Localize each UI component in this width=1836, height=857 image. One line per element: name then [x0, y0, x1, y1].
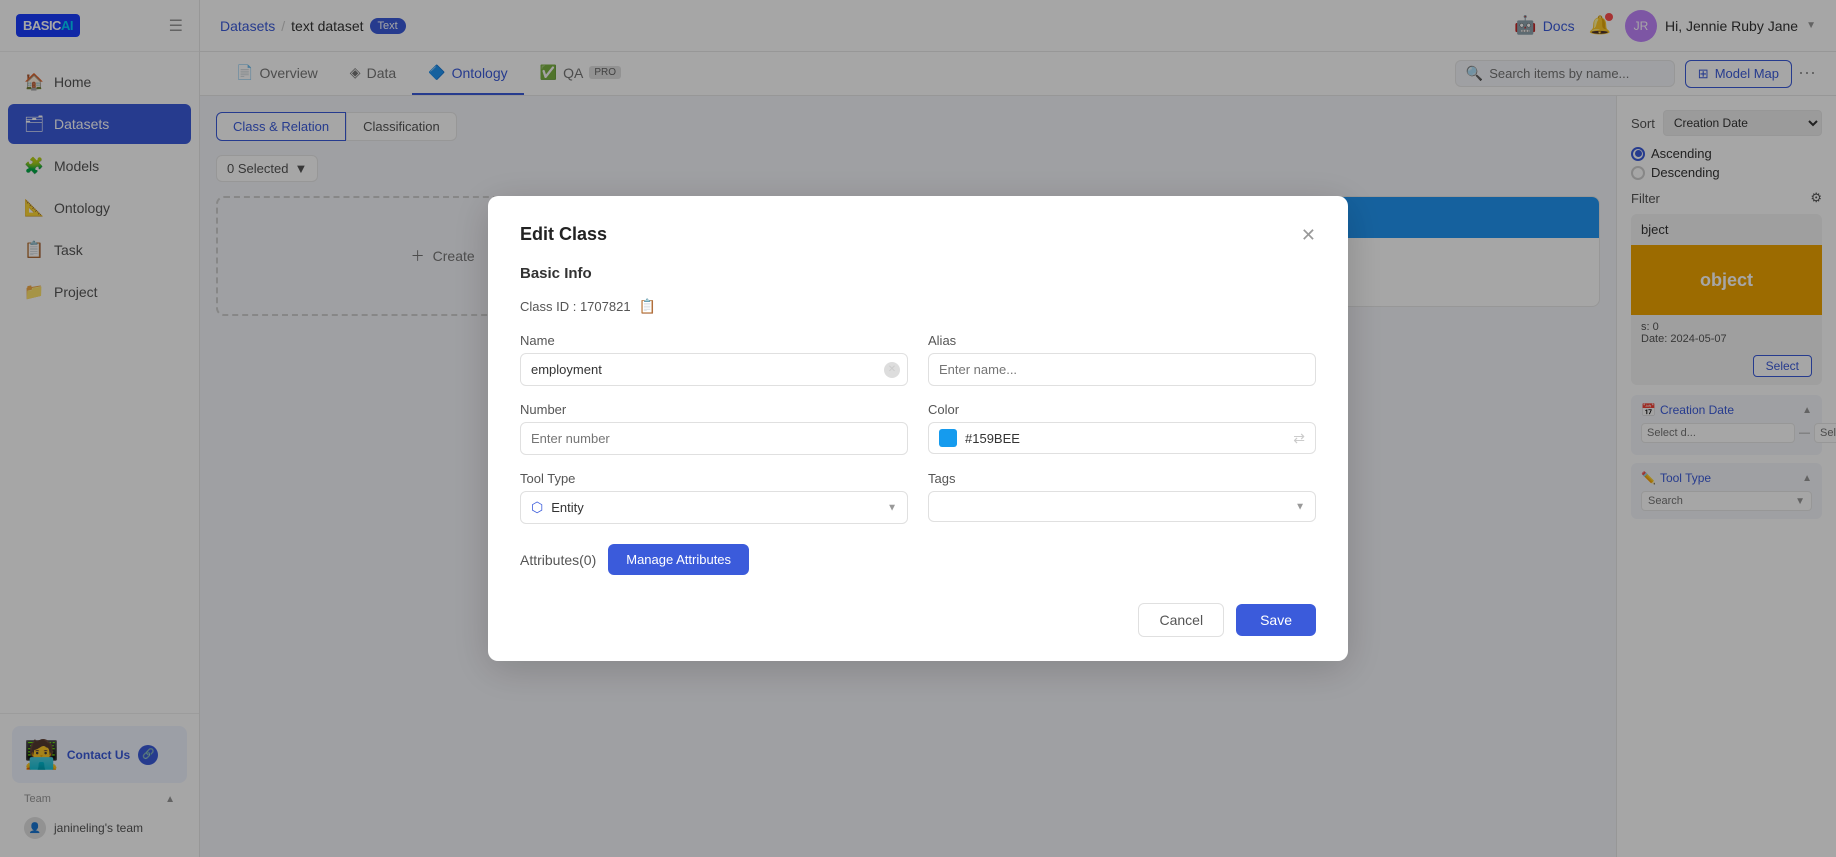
number-label: Number [520, 402, 908, 417]
name-input[interactable] [520, 353, 908, 386]
tags-group: Tags ▼ [928, 471, 1316, 524]
modal-section-title: Basic Info [520, 265, 1316, 282]
name-clear-icon[interactable]: ✕ [884, 362, 900, 378]
attributes-label: Attributes(0) [520, 552, 596, 568]
alias-group: Alias [928, 333, 1316, 386]
manage-attributes-button[interactable]: Manage Attributes [608, 544, 749, 575]
name-label: Name [520, 333, 908, 348]
color-input[interactable] [965, 431, 1285, 446]
color-swatch[interactable] [939, 429, 957, 447]
form-grid: Name ✕ Alias Number Color [520, 333, 1316, 524]
alias-input[interactable] [928, 353, 1316, 386]
tags-select-wrapper: ▼ [928, 491, 1316, 522]
alias-label: Alias [928, 333, 1316, 348]
tool-type-select[interactable]: Entity Relation [551, 500, 897, 515]
modal-overlay: Edit Class ✕ Basic Info Class ID : 17078… [0, 0, 1836, 857]
modal-header: Edit Class ✕ [520, 224, 1316, 245]
shuffle-icon[interactable]: ⇄ [1293, 430, 1305, 447]
name-input-wrapper: ✕ [520, 353, 908, 386]
cancel-button[interactable]: Cancel [1138, 603, 1224, 637]
class-id-label: Class ID : 1707821 [520, 299, 631, 314]
tool-type-select-wrapper: ⬡ Entity Relation ▼ [520, 491, 908, 524]
modal-close-button[interactable]: ✕ [1301, 226, 1316, 244]
save-button[interactable]: Save [1236, 604, 1316, 636]
modal-footer: Cancel Save [520, 603, 1316, 637]
edit-class-modal: Edit Class ✕ Basic Info Class ID : 17078… [488, 196, 1348, 661]
number-group: Number [520, 402, 908, 455]
tags-select[interactable] [939, 499, 1305, 514]
name-group: Name ✕ [520, 333, 908, 386]
attributes-row: Attributes(0) Manage Attributes [520, 544, 1316, 575]
tool-type-label: Tool Type [520, 471, 908, 486]
copy-icon[interactable]: 📋 [639, 298, 656, 315]
entity-icon: ⬡ [531, 499, 543, 516]
number-input[interactable] [520, 422, 908, 455]
color-input-wrapper: ⇄ [928, 422, 1316, 454]
tags-label: Tags [928, 471, 1316, 486]
color-group: Color ⇄ [928, 402, 1316, 455]
app-layout: BASICAI ☰ 🏠 Home 🗂 Datasets 🧩 Models 📐 O… [0, 0, 1836, 857]
tool-type-group: Tool Type ⬡ Entity Relation ▼ [520, 471, 908, 524]
class-id-row: Class ID : 1707821 📋 [520, 298, 1316, 315]
modal-title: Edit Class [520, 224, 607, 245]
color-label: Color [928, 402, 1316, 417]
